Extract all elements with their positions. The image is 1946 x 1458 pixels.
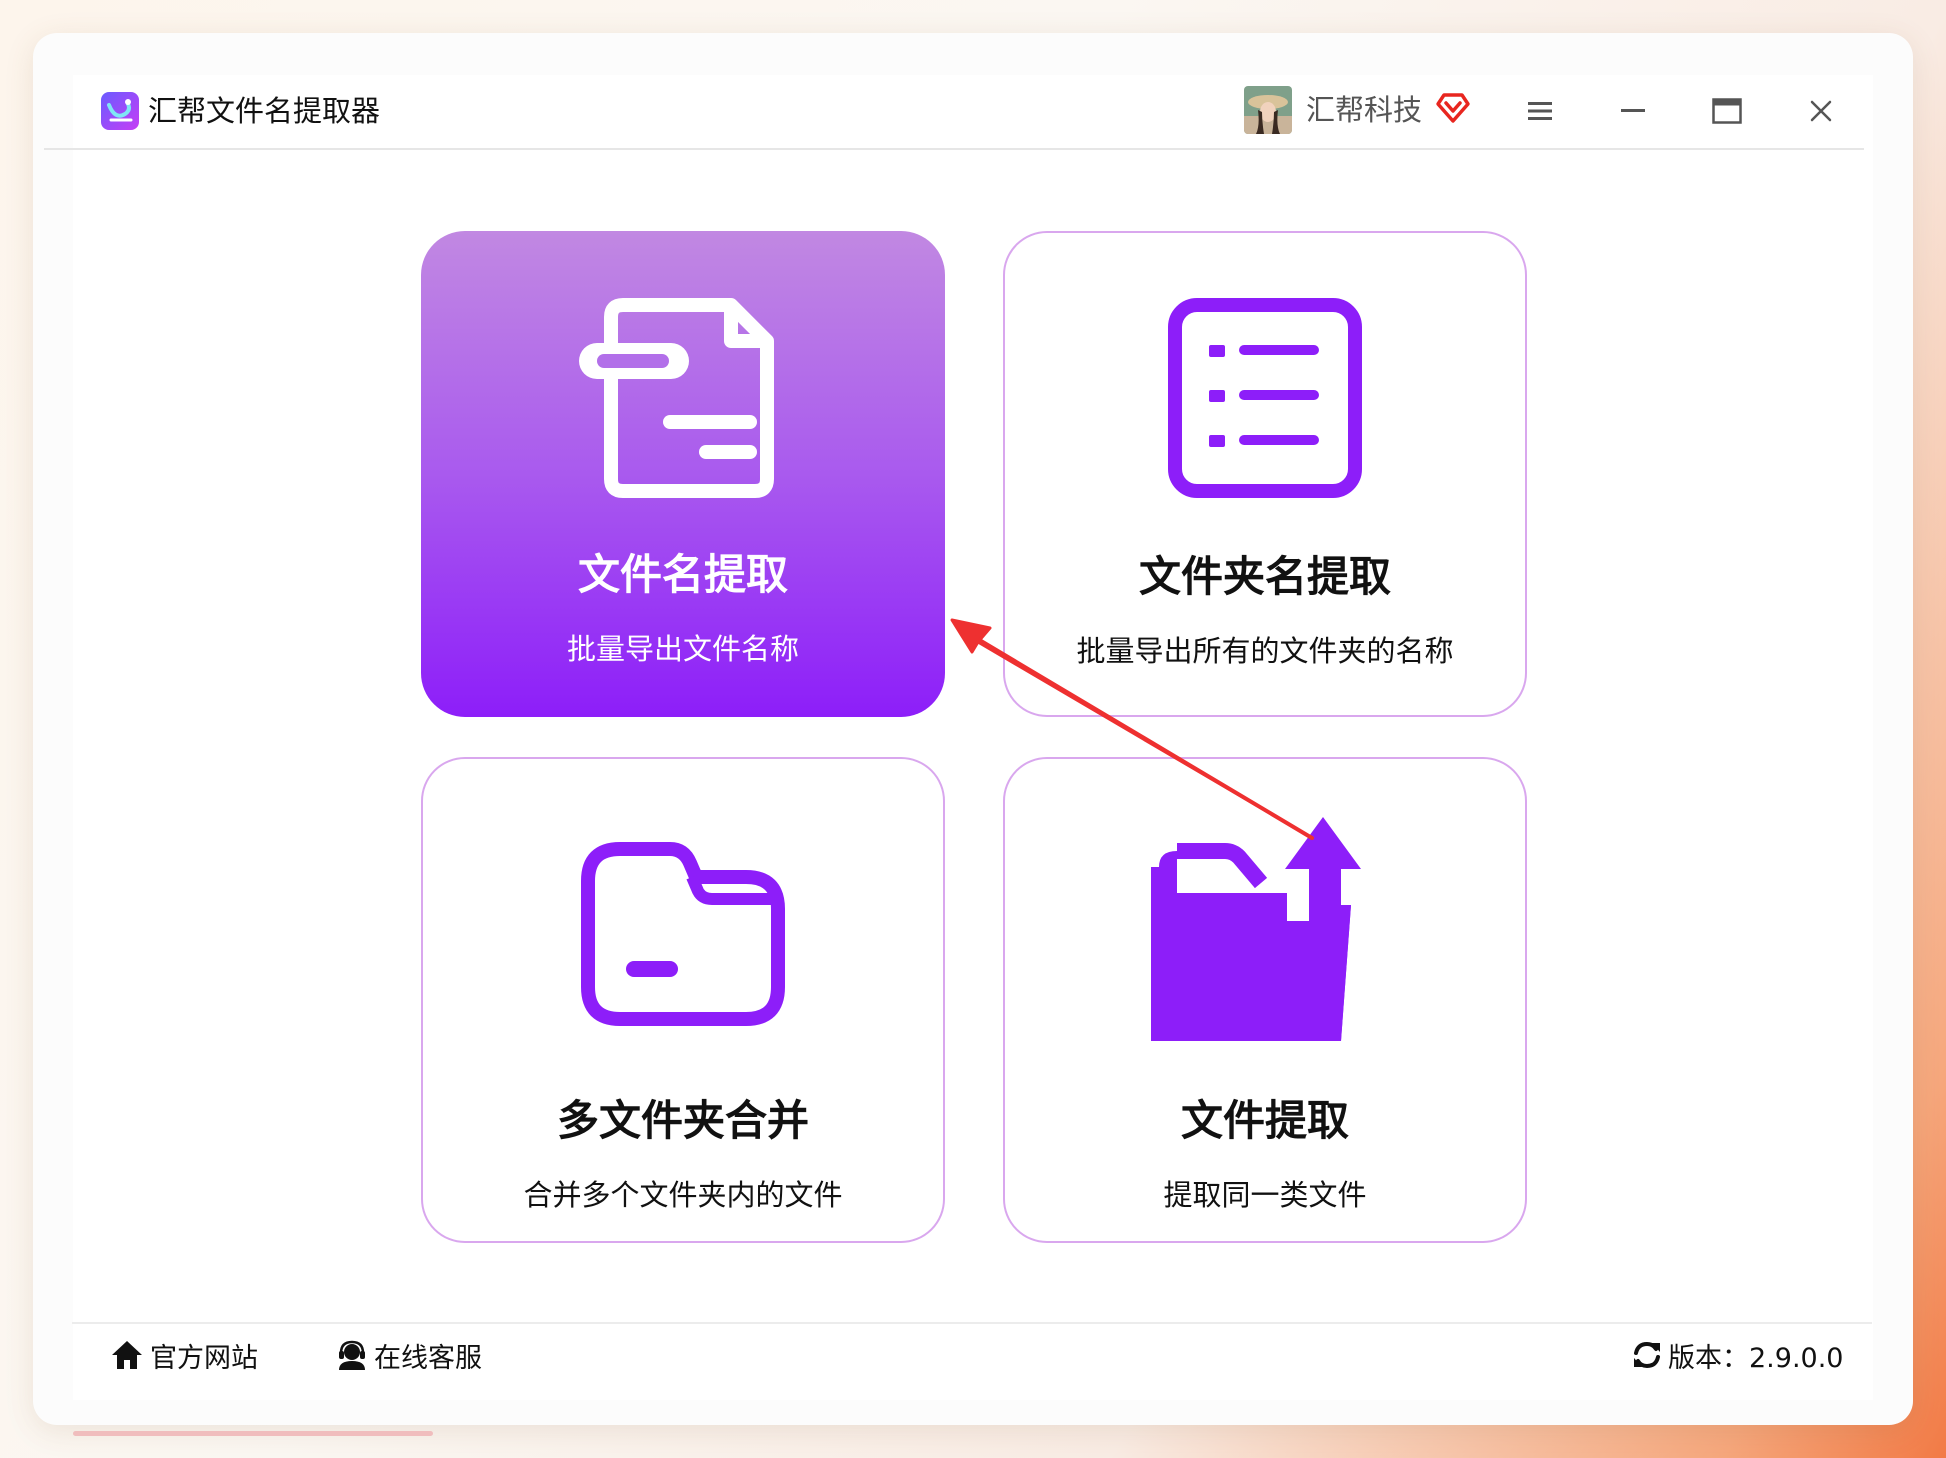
version-info[interactable]: 版本：2.9.0.0 [1632,1335,1843,1375]
card-subtitle: 批量导出文件名称 [566,632,799,666]
official-website-label: 官方网站 [150,1342,258,1374]
close-button[interactable] [1794,84,1848,138]
minimize-icon [1621,109,1645,112]
card-filename-extract[interactable]: 文件名提取 批量导出文件名称 [421,231,945,717]
close-icon [1810,100,1832,122]
card-title: 文件名提取 [577,550,788,599]
online-support-link[interactable]: 在线客服 [336,1335,482,1375]
title-bar: 汇帮文件名提取器 汇帮科技 [44,72,1864,150]
card-multi-folder-merge[interactable]: 多文件夹合并 合并多个文件夹内的文件 [421,757,945,1243]
list-icon [1168,298,1362,498]
user-avatar[interactable] [1244,86,1292,134]
avatar-photo-icon [1244,86,1292,134]
hamburger-menu-icon [1528,102,1552,120]
version-label: 版本：2.9.0.0 [1668,1342,1844,1374]
card-title: 文件提取 [1180,1096,1349,1145]
official-website-link[interactable]: 官方网站 [110,1335,258,1375]
folder-upload-icon [1151,817,1361,1041]
maximize-icon [1712,98,1742,124]
scroll-indicator [73,1431,433,1436]
home-icon [112,1341,142,1369]
card-subtitle: 提取同一类文件 [1163,1178,1367,1212]
content-area [73,75,1873,1400]
customer-service-icon [339,1340,365,1370]
card-subtitle: 批量导出所有的文件夹的名称 [1076,634,1454,668]
app-logo-icon [101,92,139,130]
card-title: 多文件夹合并 [556,1096,809,1145]
card-title: 文件夹名提取 [1138,552,1391,601]
card-subtitle: 合并多个文件夹内的文件 [523,1178,843,1212]
folder-icon [581,842,785,1026]
card-foldername-extract[interactable]: 文件夹名提取 批量导出所有的文件夹的名称 [1003,231,1527,717]
app-title: 汇帮文件名提取器 [148,94,381,128]
document-icon [579,298,774,498]
card-file-extract[interactable]: 文件提取 提取同一类文件 [1003,757,1527,1243]
menu-button[interactable] [1513,84,1567,138]
user-name[interactable]: 汇帮科技 [1306,91,1422,129]
minimize-button[interactable] [1606,84,1660,138]
footer-divider [72,1322,1872,1324]
vip-heart-icon[interactable] [1434,88,1472,126]
refresh-icon [1634,1341,1660,1369]
title-divider [44,148,1864,150]
online-support-label: 在线客服 [374,1342,482,1374]
maximize-button[interactable] [1700,84,1754,138]
